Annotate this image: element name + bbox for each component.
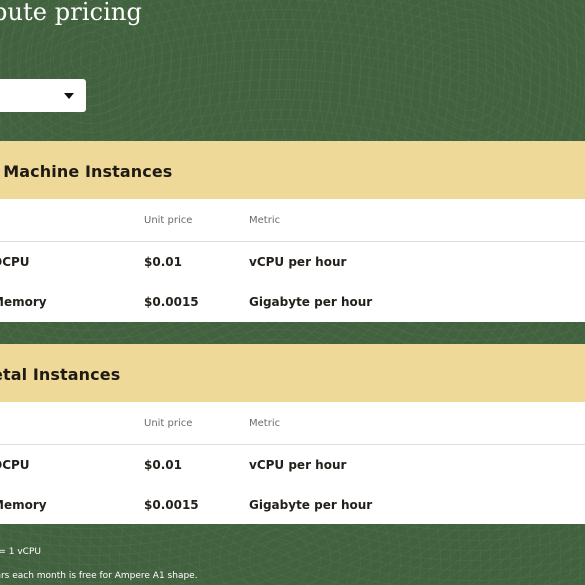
resource-name: OCPU <box>0 255 30 269</box>
resource-name: Memory <box>0 295 47 309</box>
table-header-row: Unit price Metric <box>0 199 585 242</box>
table-header-row: Unit price Metric <box>0 402 585 445</box>
column-header-unit-price: Unit price <box>144 418 193 429</box>
unit-price: $0.01 <box>144 458 182 472</box>
virtual-machine-pricing-section: l Machine Instances Unit price Metric OC… <box>0 141 585 322</box>
pricing-note: ) = 1 vCPU <box>0 547 41 557</box>
table-row: Memory $0.0015 Gigabyte per hour <box>0 485 585 525</box>
pricing-page: pute pricing l Machine Instances Unit pr… <box>0 0 585 585</box>
pricing-note: -hrs each month is free for Ampere A1 sh… <box>0 571 198 581</box>
page-title: pute pricing <box>0 0 142 26</box>
section-title: etal Instances <box>0 365 121 384</box>
metric: Gigabyte per hour <box>249 295 373 309</box>
metric: vCPU per hour <box>249 458 347 472</box>
column-header-metric: Metric <box>249 418 281 429</box>
table-row: Memory $0.0015 Gigabyte per hour <box>0 282 585 322</box>
resource-name: Memory <box>0 498 47 512</box>
metric: Gigabyte per hour <box>249 498 373 512</box>
section-title: l Machine Instances <box>0 162 173 181</box>
section-header: l Machine Instances <box>0 141 585 199</box>
filter-dropdown[interactable] <box>0 79 86 112</box>
unit-price: $0.0015 <box>144 498 199 512</box>
resource-name: OCPU <box>0 458 30 472</box>
column-header-unit-price: Unit price <box>144 215 193 226</box>
chevron-down-icon <box>64 93 74 99</box>
unit-price: $0.01 <box>144 255 182 269</box>
table-row: OCPU $0.01 vCPU per hour <box>0 445 585 485</box>
metric: vCPU per hour <box>249 255 347 269</box>
table-row: OCPU $0.01 vCPU per hour <box>0 242 585 282</box>
bare-metal-pricing-section: etal Instances Unit price Metric OCPU $0… <box>0 344 585 524</box>
unit-price: $0.0015 <box>144 295 199 309</box>
section-header: etal Instances <box>0 344 585 402</box>
column-header-metric: Metric <box>249 215 281 226</box>
